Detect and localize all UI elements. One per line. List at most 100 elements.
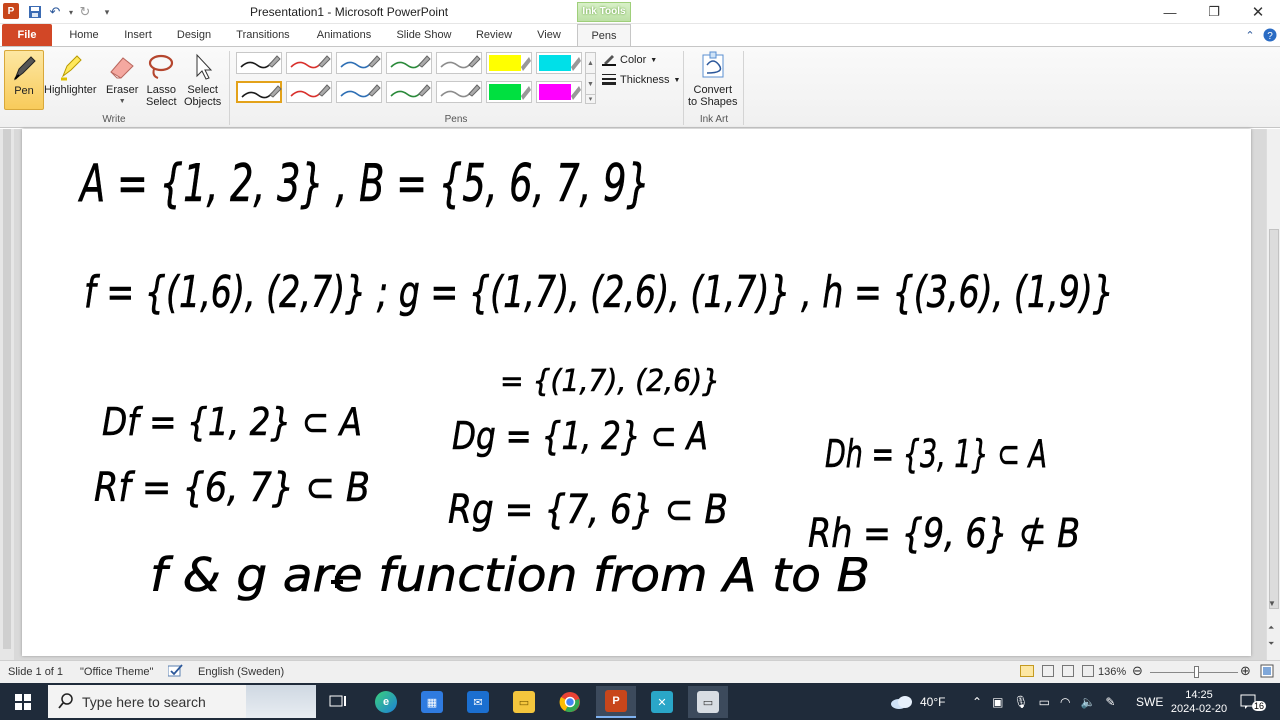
convert-shapes-icon — [698, 50, 728, 84]
highlighter-button[interactable]: Highlighter — [44, 50, 97, 96]
snipping-tool-icon[interactable]: ✕ — [642, 686, 682, 718]
tab-animations[interactable]: Animations — [308, 24, 380, 46]
file-explorer-icon[interactable]: ▭ — [504, 686, 544, 718]
language-indicator[interactable]: English (Sweden) — [198, 666, 284, 678]
help-icon[interactable]: ? — [1262, 24, 1278, 46]
taskbar-search-box[interactable]: Type here to search — [48, 685, 316, 718]
show-hidden-icons-icon[interactable]: ⌃ — [972, 695, 982, 709]
pen-swatch-2-1[interactable] — [236, 81, 282, 103]
pen-swatch-1-3[interactable] — [336, 52, 382, 74]
tab-design[interactable]: Design — [170, 24, 218, 46]
notification-center-button[interactable]: 16 — [1240, 683, 1267, 720]
battery-icon[interactable]: ▭ — [1039, 695, 1050, 709]
clock[interactable]: 14:25 2024-02-20 — [1168, 683, 1230, 720]
reading-view-icon[interactable] — [1062, 665, 1074, 677]
fit-to-window-icon[interactable] — [1260, 664, 1274, 681]
pen-swatch-2-7[interactable] — [536, 81, 582, 103]
pen-swatch-2-2[interactable] — [286, 81, 332, 103]
thickness-button[interactable]: Thickness ▼ — [602, 71, 680, 89]
app-window-icon[interactable]: ▭ — [688, 686, 728, 718]
theme-name[interactable]: "Office Theme" — [80, 666, 153, 678]
zoom-out-icon[interactable]: ⊖ — [1132, 663, 1143, 679]
scrollbar-thumb[interactable] — [1269, 229, 1279, 609]
pen-label: Pen — [14, 85, 34, 97]
gallery-more-icon[interactable]: ▾ — [585, 94, 596, 104]
tab-file[interactable]: File — [2, 24, 52, 46]
view-buttons — [1020, 665, 1094, 677]
eraser-label: Eraser — [106, 84, 139, 96]
microphone-icon[interactable]: 🎙 — [1013, 695, 1028, 709]
tab-insert[interactable]: Insert — [116, 24, 160, 46]
pen-swatch-1-5[interactable] — [436, 52, 482, 74]
powerpoint-app-icon[interactable]: P — [3, 3, 19, 19]
select-objects-button[interactable]: Select Objects — [184, 50, 221, 108]
ink-drawing[interactable]: A = {1, 2, 3} , B = {5, 6, 7, 9} f = {(1… — [22, 129, 1251, 656]
gallery-down-icon[interactable]: ▼ — [585, 73, 596, 95]
restore-button[interactable]: ❐ — [1192, 0, 1236, 24]
close-button[interactable]: ✕ — [1236, 0, 1280, 24]
slide-canvas[interactable]: A = {1, 2, 3} , B = {5, 6, 7, 9} f = {(1… — [22, 129, 1251, 656]
tab-transitions[interactable]: Transitions — [228, 24, 298, 46]
tab-pens[interactable]: Pens — [577, 24, 631, 46]
tab-review[interactable]: Review — [468, 24, 520, 46]
store-icon[interactable]: ▦ — [412, 686, 452, 718]
cursor-arrow-icon — [188, 50, 218, 84]
eraser-button[interactable]: Eraser ▼ — [106, 50, 138, 108]
zoom-in-icon[interactable]: ⊕ — [1240, 663, 1251, 679]
pen-button[interactable]: Pen — [4, 50, 44, 110]
pen-swatch-2-3[interactable] — [336, 81, 382, 103]
chrome-icon[interactable] — [550, 686, 590, 718]
customize-qat-icon[interactable]: ▾ — [98, 3, 116, 21]
volume-icon[interactable]: 🔈 — [1080, 695, 1095, 709]
pen-swatch-1-7[interactable] — [536, 52, 582, 74]
zoom-slider-thumb[interactable] — [1194, 666, 1199, 678]
pen-swatch-1-4[interactable] — [386, 52, 432, 74]
powerpoint-taskbar-icon[interactable]: P — [596, 686, 636, 718]
spell-check-icon[interactable] — [167, 664, 184, 681]
pen-swatch-2-5[interactable] — [436, 81, 482, 103]
mail-icon[interactable]: ✉ — [458, 686, 498, 718]
previous-slide-icon[interactable]: ⏶ — [1268, 623, 1274, 633]
lasso-label-2: Select — [146, 96, 177, 108]
system-tray-icons: ⌃ ▣ 🎙 ▭ ◠ 🔈 ✎ — [972, 683, 1115, 720]
weather-widget[interactable]: 40°F — [890, 683, 945, 720]
pen-workspace-icon[interactable]: ✎ — [1105, 695, 1115, 709]
pen-swatch-2-4[interactable] — [386, 81, 432, 103]
redo-icon[interactable]: ↻ — [76, 3, 94, 21]
vertical-scrollbar[interactable]: ▼ ⏶ ⏷ — [1266, 129, 1280, 660]
lasso-select-button[interactable]: Lasso Select — [146, 50, 177, 108]
minimize-ribbon-icon[interactable]: ⌃ — [1242, 24, 1258, 46]
tab-view[interactable]: View — [530, 24, 568, 46]
convert-to-shapes-button[interactable]: Convert to Shapes — [688, 50, 738, 108]
tab-home[interactable]: Home — [62, 24, 106, 46]
start-button[interactable] — [0, 683, 46, 720]
input-language[interactable]: SWE — [1136, 683, 1163, 720]
next-slide-icon[interactable]: ⏷ — [1268, 639, 1274, 649]
lasso-icon — [146, 50, 176, 84]
svg-text:?: ? — [1267, 31, 1273, 42]
task-view-button[interactable] — [318, 686, 358, 718]
pen-swatch-1-2[interactable] — [286, 52, 332, 74]
pen-swatch-1-1[interactable] — [236, 52, 282, 74]
scroll-down-icon[interactable]: ▼ — [1268, 599, 1276, 608]
minimize-button[interactable]: — — [1148, 0, 1192, 24]
tab-slide-show[interactable]: Slide Show — [390, 24, 458, 46]
pen-swatch-1-6[interactable] — [486, 52, 532, 74]
ink-line-range-g: Rg = {7, 6} ⊂ B — [448, 487, 728, 533]
save-icon[interactable] — [26, 3, 44, 21]
thickness-dropdown-icon: ▼ — [673, 76, 681, 84]
gallery-up-icon[interactable]: ▲ — [585, 52, 596, 74]
color-label: Color — [620, 54, 647, 66]
thickness-icon — [602, 73, 616, 88]
color-button[interactable]: Color ▼ — [602, 51, 657, 69]
zoom-level[interactable]: 136% — [1098, 666, 1126, 678]
wifi-icon[interactable]: ◠ — [1060, 695, 1070, 709]
edge-browser-icon[interactable]: e — [366, 686, 406, 718]
meet-now-icon[interactable]: ▣ — [992, 695, 1003, 709]
slide-show-icon[interactable] — [1082, 665, 1094, 677]
slide-sorter-icon[interactable] — [1042, 665, 1054, 677]
normal-view-icon[interactable] — [1020, 665, 1034, 677]
pen-swatch-2-6[interactable] — [486, 81, 532, 103]
window-title: Presentation1 - Microsoft PowerPoint — [250, 5, 449, 19]
highlighter-icon — [55, 50, 85, 84]
